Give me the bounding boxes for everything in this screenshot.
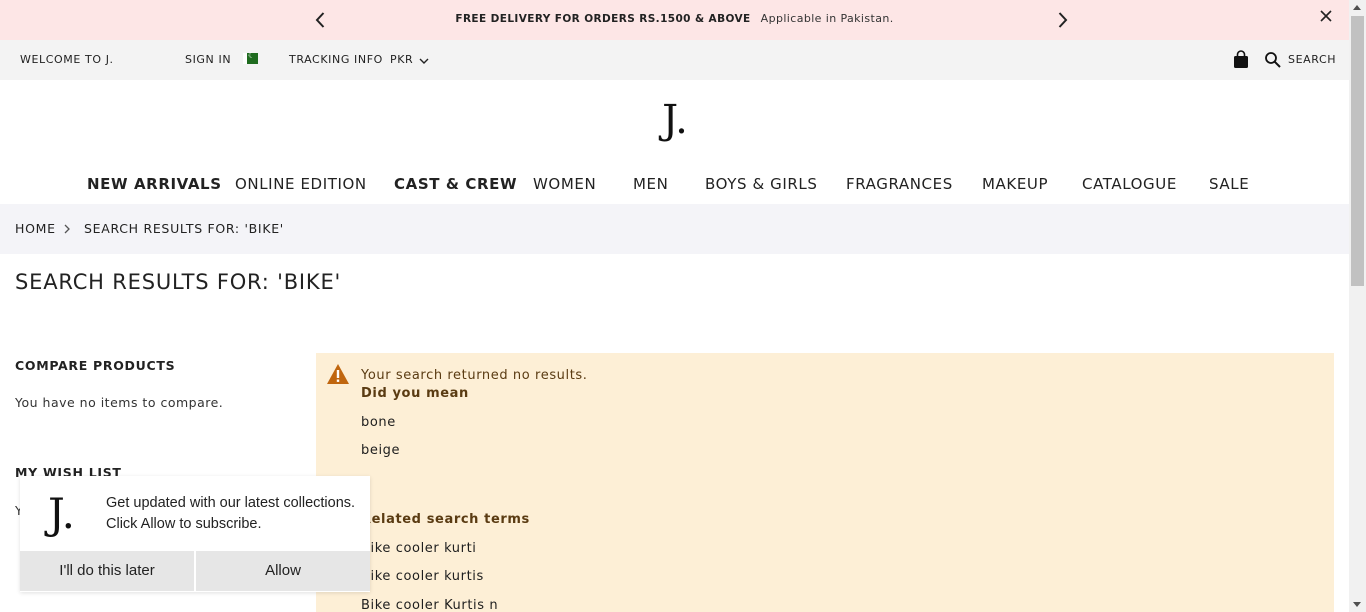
welcome-text: WELCOME TO J.	[20, 53, 114, 66]
promo-message: FREE DELIVERY FOR ORDERS RS.1500 & ABOVE…	[0, 12, 1349, 25]
popup-message: Get updated with our latest collections.…	[106, 495, 356, 532]
nav-new-arrivals[interactable]: NEW ARRIVALS	[87, 175, 222, 193]
nav-fragrances[interactable]: FRAGRANCES	[846, 175, 953, 193]
later-button[interactable]: I'll do this later	[20, 551, 194, 591]
nav-catalogue[interactable]: CATALOGUE	[1082, 175, 1177, 193]
nav-sale[interactable]: SALE	[1209, 175, 1249, 193]
scroll-up-icon[interactable]	[1353, 5, 1361, 10]
related-term-link[interactable]: Bike cooler kurtis	[361, 569, 484, 584]
promo-bar: FREE DELIVERY FOR ORDERS RS.1500 & ABOVE…	[0, 0, 1349, 40]
promo-headline: FREE DELIVERY FOR ORDERS RS.1500 & ABOVE	[455, 13, 751, 25]
scrollbar-thumb[interactable]	[1351, 16, 1364, 286]
suggestion-link[interactable]: bone	[361, 415, 396, 430]
promo-subline: Applicable in Pakistan.	[760, 12, 894, 25]
related-term-link[interactable]: Bike cooler kurti	[361, 541, 477, 556]
promo-close-icon[interactable]	[1317, 7, 1335, 25]
nav-men[interactable]: MEN	[633, 175, 668, 193]
related-term-link[interactable]: Bike cooler Kurtis n	[361, 598, 498, 612]
scroll-down-icon[interactable]	[1353, 602, 1361, 607]
popup-logo: J.	[48, 489, 75, 538]
currency-selector[interactable]: PKR	[390, 53, 413, 66]
site-logo[interactable]: J.	[650, 97, 700, 147]
allow-button[interactable]: Allow	[196, 551, 370, 591]
chevron-down-icon[interactable]	[419, 55, 429, 68]
did-you-mean-heading: Did you mean	[361, 386, 469, 401]
nav-women[interactable]: WOMEN	[533, 175, 596, 193]
page-title: SEARCH RESULTS FOR: 'BIKE'	[15, 270, 342, 294]
nav-boys-girls[interactable]: BOYS & GIRLS	[705, 175, 817, 193]
compare-products-text: You have no items to compare.	[15, 395, 224, 410]
search-link[interactable]: SEARCH	[1288, 53, 1336, 66]
subscribe-popup: J. Get updated with our latest collectio…	[20, 476, 370, 592]
breadcrumb-home[interactable]: HOME	[15, 221, 56, 236]
no-results-notice: Your search returned no results. Did you…	[316, 353, 1334, 612]
page-scrollbar[interactable]	[1349, 0, 1366, 612]
tracking-info-link[interactable]: TRACKING INFO	[289, 53, 383, 66]
nav-makeup[interactable]: MAKEUP	[982, 175, 1048, 193]
related-terms-heading: Related search terms	[361, 512, 530, 527]
search-icon[interactable]	[1264, 51, 1282, 69]
pakistan-flag-icon	[243, 51, 258, 64]
nav-online-edition[interactable]: ONLINE EDITION	[235, 175, 367, 193]
chevron-right-icon	[63, 223, 71, 238]
breadcrumb-current: SEARCH RESULTS FOR: 'BIKE'	[84, 221, 284, 236]
shopping-bag-icon[interactable]	[1232, 50, 1250, 70]
no-results-message: Your search returned no results.	[361, 368, 588, 383]
sign-in-link[interactable]: SIGN IN	[185, 53, 231, 66]
page: FREE DELIVERY FOR ORDERS RS.1500 & ABOVE…	[0, 0, 1366, 612]
nav-cast-crew[interactable]: CAST & CREW	[394, 175, 517, 193]
suggestion-link[interactable]: beige	[361, 443, 400, 458]
main-nav: NEW ARRIVALS ONLINE EDITION CAST & CREW …	[0, 172, 1349, 200]
breadcrumb: HOME SEARCH RESULTS FOR: 'BIKE'	[0, 204, 1349, 254]
warning-icon	[326, 363, 350, 385]
compare-products-heading: COMPARE PRODUCTS	[15, 358, 176, 373]
utility-bar: WELCOME TO J. SIGN IN TRACKING INFO PKR …	[0, 40, 1349, 80]
promo-next-arrow-icon[interactable]	[1052, 10, 1072, 30]
